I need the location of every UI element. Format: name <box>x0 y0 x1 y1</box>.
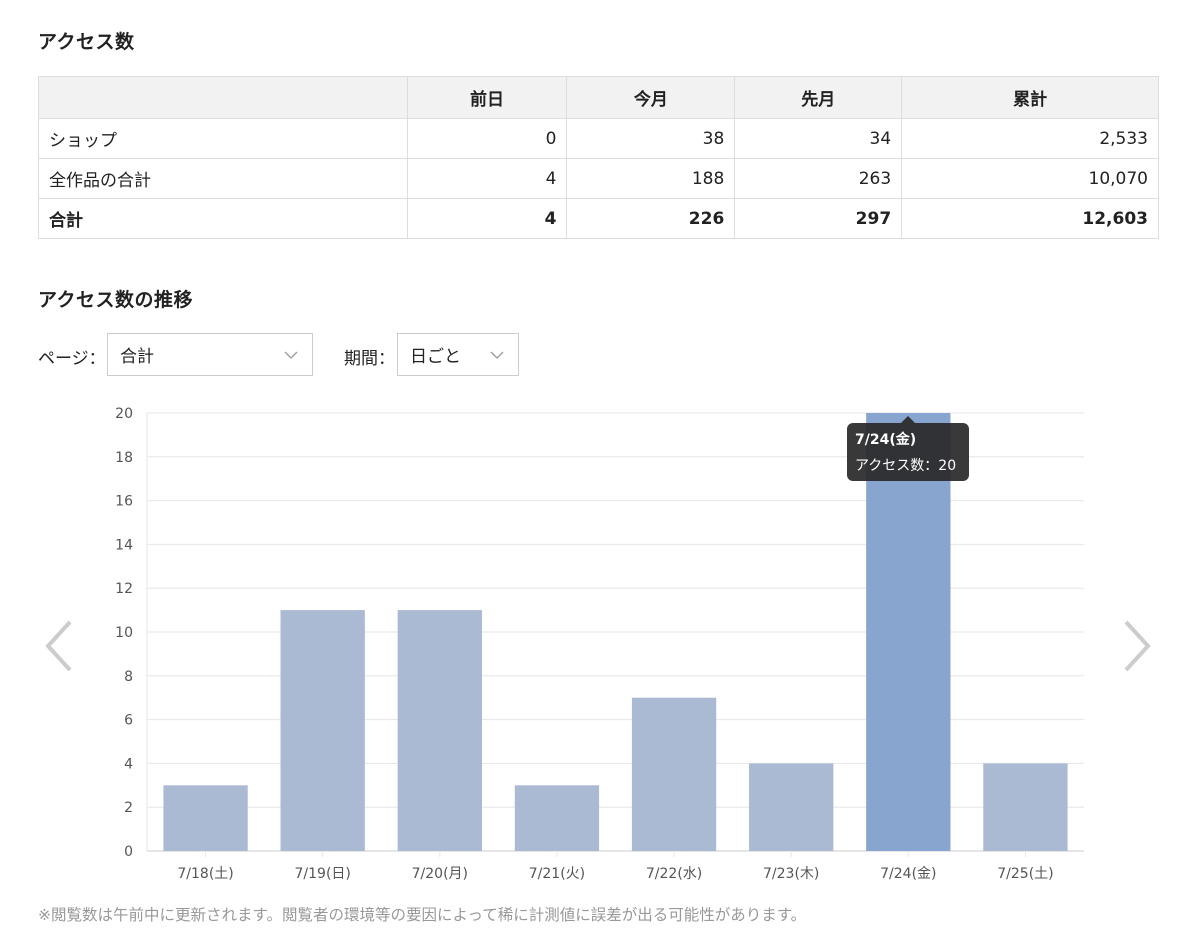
y-tick-label: 10 <box>115 625 133 641</box>
chevron-right-icon <box>1124 620 1151 672</box>
y-tick-label: 16 <box>115 494 133 510</box>
table-cell: 38 <box>566 118 736 159</box>
table-row: 全作品の合計 4 188 263 10,070 <box>38 158 1159 199</box>
page-select-value: 合計 <box>120 347 154 367</box>
table-header-last-month: 先月 <box>734 76 903 119</box>
y-tick-label: 20 <box>115 406 133 422</box>
y-tick-label: 6 <box>124 713 133 729</box>
x-tick-label: 7/19(日) <box>295 866 351 882</box>
chevron-left-icon <box>45 620 72 672</box>
table-cell: 4 <box>406 158 568 199</box>
y-tick-label: 14 <box>115 537 133 553</box>
table-cell: 4 <box>406 198 568 239</box>
table-header-cumulative: 累計 <box>901 76 1159 119</box>
y-tick-label: 18 <box>115 450 133 466</box>
table-cell: 0 <box>406 118 568 159</box>
table-cell: 12,603 <box>901 198 1159 239</box>
next-period-button[interactable] <box>1122 618 1154 678</box>
table-cell: 226 <box>566 198 736 239</box>
x-tick-label: 7/23(木) <box>763 866 819 882</box>
tooltip-value: アクセス数：20 <box>855 458 957 474</box>
row-label-total: 合計 <box>38 198 408 239</box>
footnote: ※閲覧数は午前中に更新されます。閲覧者の環境等の要因によって稀に計測値に誤差が出… <box>38 906 807 924</box>
period-select-value: 日ごと <box>410 347 461 367</box>
chart-bar[interactable] <box>397 610 482 851</box>
page-select[interactable]: 合計 <box>107 333 313 376</box>
chart-bar[interactable] <box>514 785 600 851</box>
table-row-total: 合計 4 226 297 12,603 <box>38 198 1159 239</box>
section-title-access: アクセス数 <box>38 31 135 53</box>
table-cell: 2,533 <box>901 118 1159 159</box>
x-tick-label: 7/18(土) <box>177 866 233 882</box>
table-cell: 34 <box>734 118 903 159</box>
row-label-shop: ショップ <box>38 118 408 159</box>
x-tick-label: 7/25(土) <box>997 866 1053 882</box>
y-tick-label: 12 <box>115 581 133 597</box>
row-label-all-works: 全作品の合計 <box>38 158 408 199</box>
chart-bar[interactable] <box>983 763 1068 851</box>
table-cell: 297 <box>734 198 903 239</box>
chart-bar[interactable] <box>280 610 365 851</box>
access-summary-table: 前日 今月 先月 累計 ショップ 0 38 34 2,533 全作品の合計 4 … <box>38 76 1159 239</box>
chart-x-axis-ticks: 7/18(土) 7/19(日) 7/20(月) 7/21(火) 7/22(水) 7/23(… <box>177 851 1054 882</box>
period-select[interactable]: 日ごと <box>397 333 519 376</box>
chart-y-axis-ticks: 0 2 4 6 8 10 12 14 16 18 20 <box>115 406 133 860</box>
period-filter-label: 期間： <box>344 349 395 369</box>
chart-tooltip: 7/24(金) アクセス数：20 <box>847 423 969 481</box>
x-tick-label: 7/24(金) <box>880 866 936 882</box>
table-header-this-month: 今月 <box>566 76 736 119</box>
table-cell: 10,070 <box>901 158 1159 199</box>
y-tick-label: 8 <box>124 669 133 685</box>
table-header-previous-day: 前日 <box>406 76 568 119</box>
tooltip-date: 7/24(金) <box>855 432 917 448</box>
table-cell: 188 <box>566 158 736 199</box>
table-header-row: 前日 今月 先月 累計 <box>38 76 1159 119</box>
x-tick-label: 7/21(火) <box>529 866 585 882</box>
x-tick-label: 7/22(水) <box>646 866 702 882</box>
tooltip-pointer <box>901 416 915 423</box>
table-row: ショップ 0 38 34 2,533 <box>38 118 1159 159</box>
chart-bar[interactable] <box>163 785 248 851</box>
y-tick-label: 2 <box>124 800 133 816</box>
x-tick-label: 7/20(月) <box>412 866 468 882</box>
table-cell: 263 <box>734 158 903 199</box>
chevron-down-icon <box>490 347 504 367</box>
access-trend-bar-chart: 02468101214161820 7/18(土) 7/19(日) 7/20(月) 7… <box>115 406 1084 882</box>
section-title-trend: アクセス数の推移 <box>38 289 194 311</box>
table-header-empty <box>38 76 408 119</box>
page-filter-label: ページ： <box>38 349 106 369</box>
chart-bar[interactable] <box>631 697 717 851</box>
y-tick-label: 4 <box>124 756 133 772</box>
chart-bar[interactable] <box>749 763 834 851</box>
prev-period-button[interactable] <box>42 618 74 678</box>
y-tick-label: 0 <box>124 844 133 860</box>
chevron-down-icon <box>284 347 298 367</box>
